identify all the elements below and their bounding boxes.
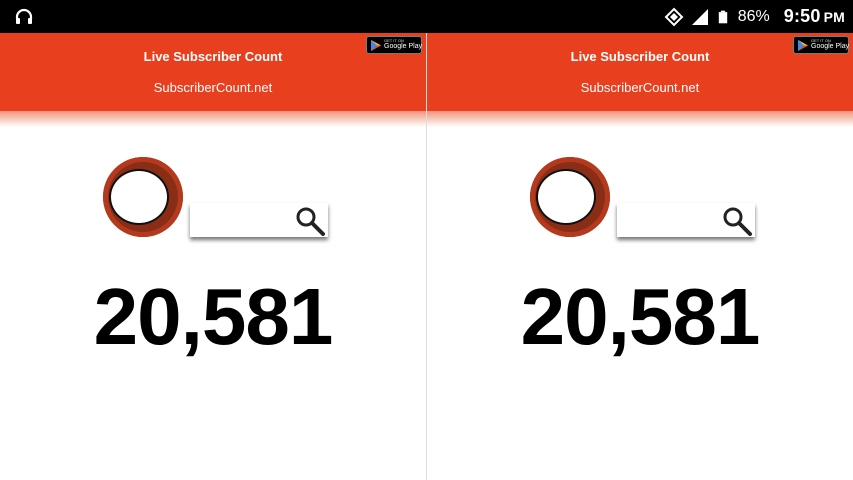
data-saver-icon	[664, 7, 684, 26]
subscriber-count: 20,581	[520, 272, 761, 361]
app-header: Live Subscriber Count SubscriberCount.ne…	[427, 33, 853, 111]
clock-ampm: PM	[823, 9, 845, 25]
channel-avatar	[103, 157, 183, 237]
avatar-image	[111, 171, 167, 223]
app-title: Live Subscriber Count	[570, 49, 710, 64]
app-header: Live Subscriber Count SubscriberCount.ne…	[0, 33, 426, 111]
subscriber-count: 20,581	[93, 272, 334, 361]
header-shadow	[427, 111, 853, 127]
google-play-icon	[798, 40, 808, 51]
app-subtitle: SubscriberCount.net	[580, 80, 700, 95]
header-shadow	[0, 111, 426, 127]
battery-icon	[718, 10, 727, 23]
battery-percent: 86%	[737, 7, 770, 25]
avatar-image	[538, 171, 594, 223]
app-panel-right: Live Subscriber Count SubscriberCount.ne…	[427, 33, 853, 480]
app-panel-left: Live Subscriber Count SubscriberCount.ne…	[0, 33, 426, 480]
play-badge-label: Google Play	[384, 43, 423, 50]
app-subtitle: SubscriberCount.net	[153, 80, 273, 95]
search-icon[interactable]	[294, 205, 326, 237]
clock-time: 9:50	[783, 6, 821, 26]
status-bar: 86% 9:50 PM	[0, 0, 853, 33]
app-title: Live Subscriber Count	[143, 49, 283, 64]
search-icon[interactable]	[721, 205, 753, 237]
channel-search-input[interactable]	[617, 203, 755, 237]
google-play-icon	[371, 40, 381, 51]
signal-icon	[691, 8, 708, 25]
google-play-badge[interactable]: GET IT ON Google Play	[366, 36, 422, 54]
channel-avatar	[530, 157, 610, 237]
clock: 9:50 PM	[784, 6, 845, 27]
status-icons: 86% 9:50 PM	[664, 0, 845, 33]
google-play-badge[interactable]: GET IT ON Google Play	[793, 36, 849, 54]
headset-icon	[15, 8, 33, 24]
play-badge-label: Google Play	[811, 43, 850, 50]
channel-search-input[interactable]	[190, 203, 328, 237]
